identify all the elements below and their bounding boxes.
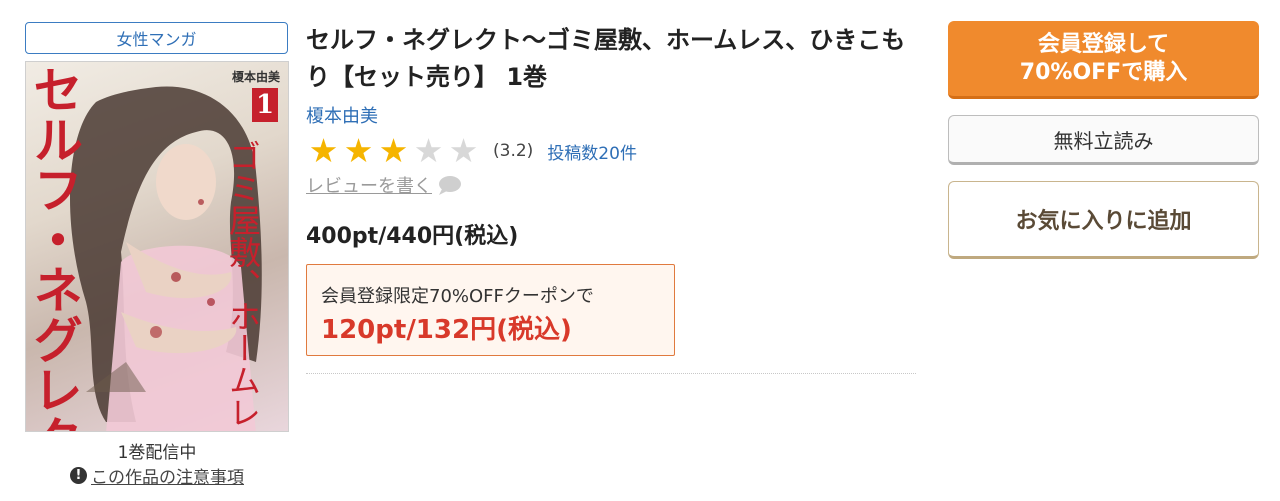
star-icon: ★ bbox=[343, 131, 374, 170]
cover-title-text: セルフ・ネグレクト bbox=[25, 64, 84, 432]
add-favorite-button[interactable]: お気に入りに追加 bbox=[948, 181, 1259, 259]
register-and-buy-button[interactable]: 会員登録して 70%OFFで購入 bbox=[948, 21, 1259, 99]
coupon-price: 120pt/132円(税込) bbox=[321, 315, 572, 345]
cover-volume-badge: 1 bbox=[252, 88, 278, 122]
speech-bubble-icon bbox=[439, 176, 461, 195]
cover-subtitle-text: ゴミ屋敷、ホームレス、ひきこもり bbox=[224, 140, 262, 432]
notice-link[interactable]: ! この作品の注意事項 bbox=[25, 463, 289, 488]
rating-value: (3.2) bbox=[493, 141, 534, 161]
notice-label[interactable]: この作品の注意事項 bbox=[91, 463, 244, 488]
book-cover-image[interactable]: セルフ・ネグレクト ゴミ屋敷、ホームレス、ひきこもり 榎本由美 1 bbox=[25, 61, 289, 432]
coupon-label: 会員登録限定70%OFFクーポンで bbox=[321, 286, 594, 307]
buy-button-line1: 会員登録して bbox=[1037, 31, 1170, 57]
delivery-status: 1巻配信中 bbox=[117, 443, 197, 463]
rating-row: ★ ★ ★ ★ ★ (3.2) 投稿数20件 bbox=[306, 134, 637, 168]
cover-author-text: 榎本由美 bbox=[231, 70, 280, 84]
star-icon: ★ bbox=[308, 131, 339, 170]
rating-stars: ★ ★ ★ ★ ★ bbox=[306, 134, 481, 168]
divider bbox=[306, 373, 916, 374]
genre-badge[interactable]: 女性マンガ bbox=[25, 22, 288, 54]
book-title: セルフ・ネグレクト〜ゴミ屋敷、ホームレス、ひきこもり【セット売り】 1巻 bbox=[306, 26, 906, 91]
write-review-label[interactable]: レビューを書く bbox=[306, 172, 432, 198]
star-icon: ★ bbox=[448, 131, 479, 170]
exclamation-icon: ! bbox=[70, 467, 87, 484]
buy-button-line2: 70%OFFで購入 bbox=[1019, 59, 1188, 85]
coupon-box: 会員登録限定70%OFFクーポンで 120pt/132円(税込) bbox=[306, 264, 675, 356]
book-price: 400pt/440円(税込) bbox=[306, 224, 519, 249]
write-review-link[interactable]: レビューを書く bbox=[306, 172, 462, 198]
author-link[interactable]: 榎本由美 bbox=[306, 102, 378, 128]
star-icon: ★ bbox=[378, 131, 409, 170]
review-count-link[interactable]: 投稿数20件 bbox=[547, 139, 637, 164]
star-icon: ★ bbox=[413, 131, 444, 170]
free-preview-button[interactable]: 無料立読み bbox=[948, 115, 1259, 165]
